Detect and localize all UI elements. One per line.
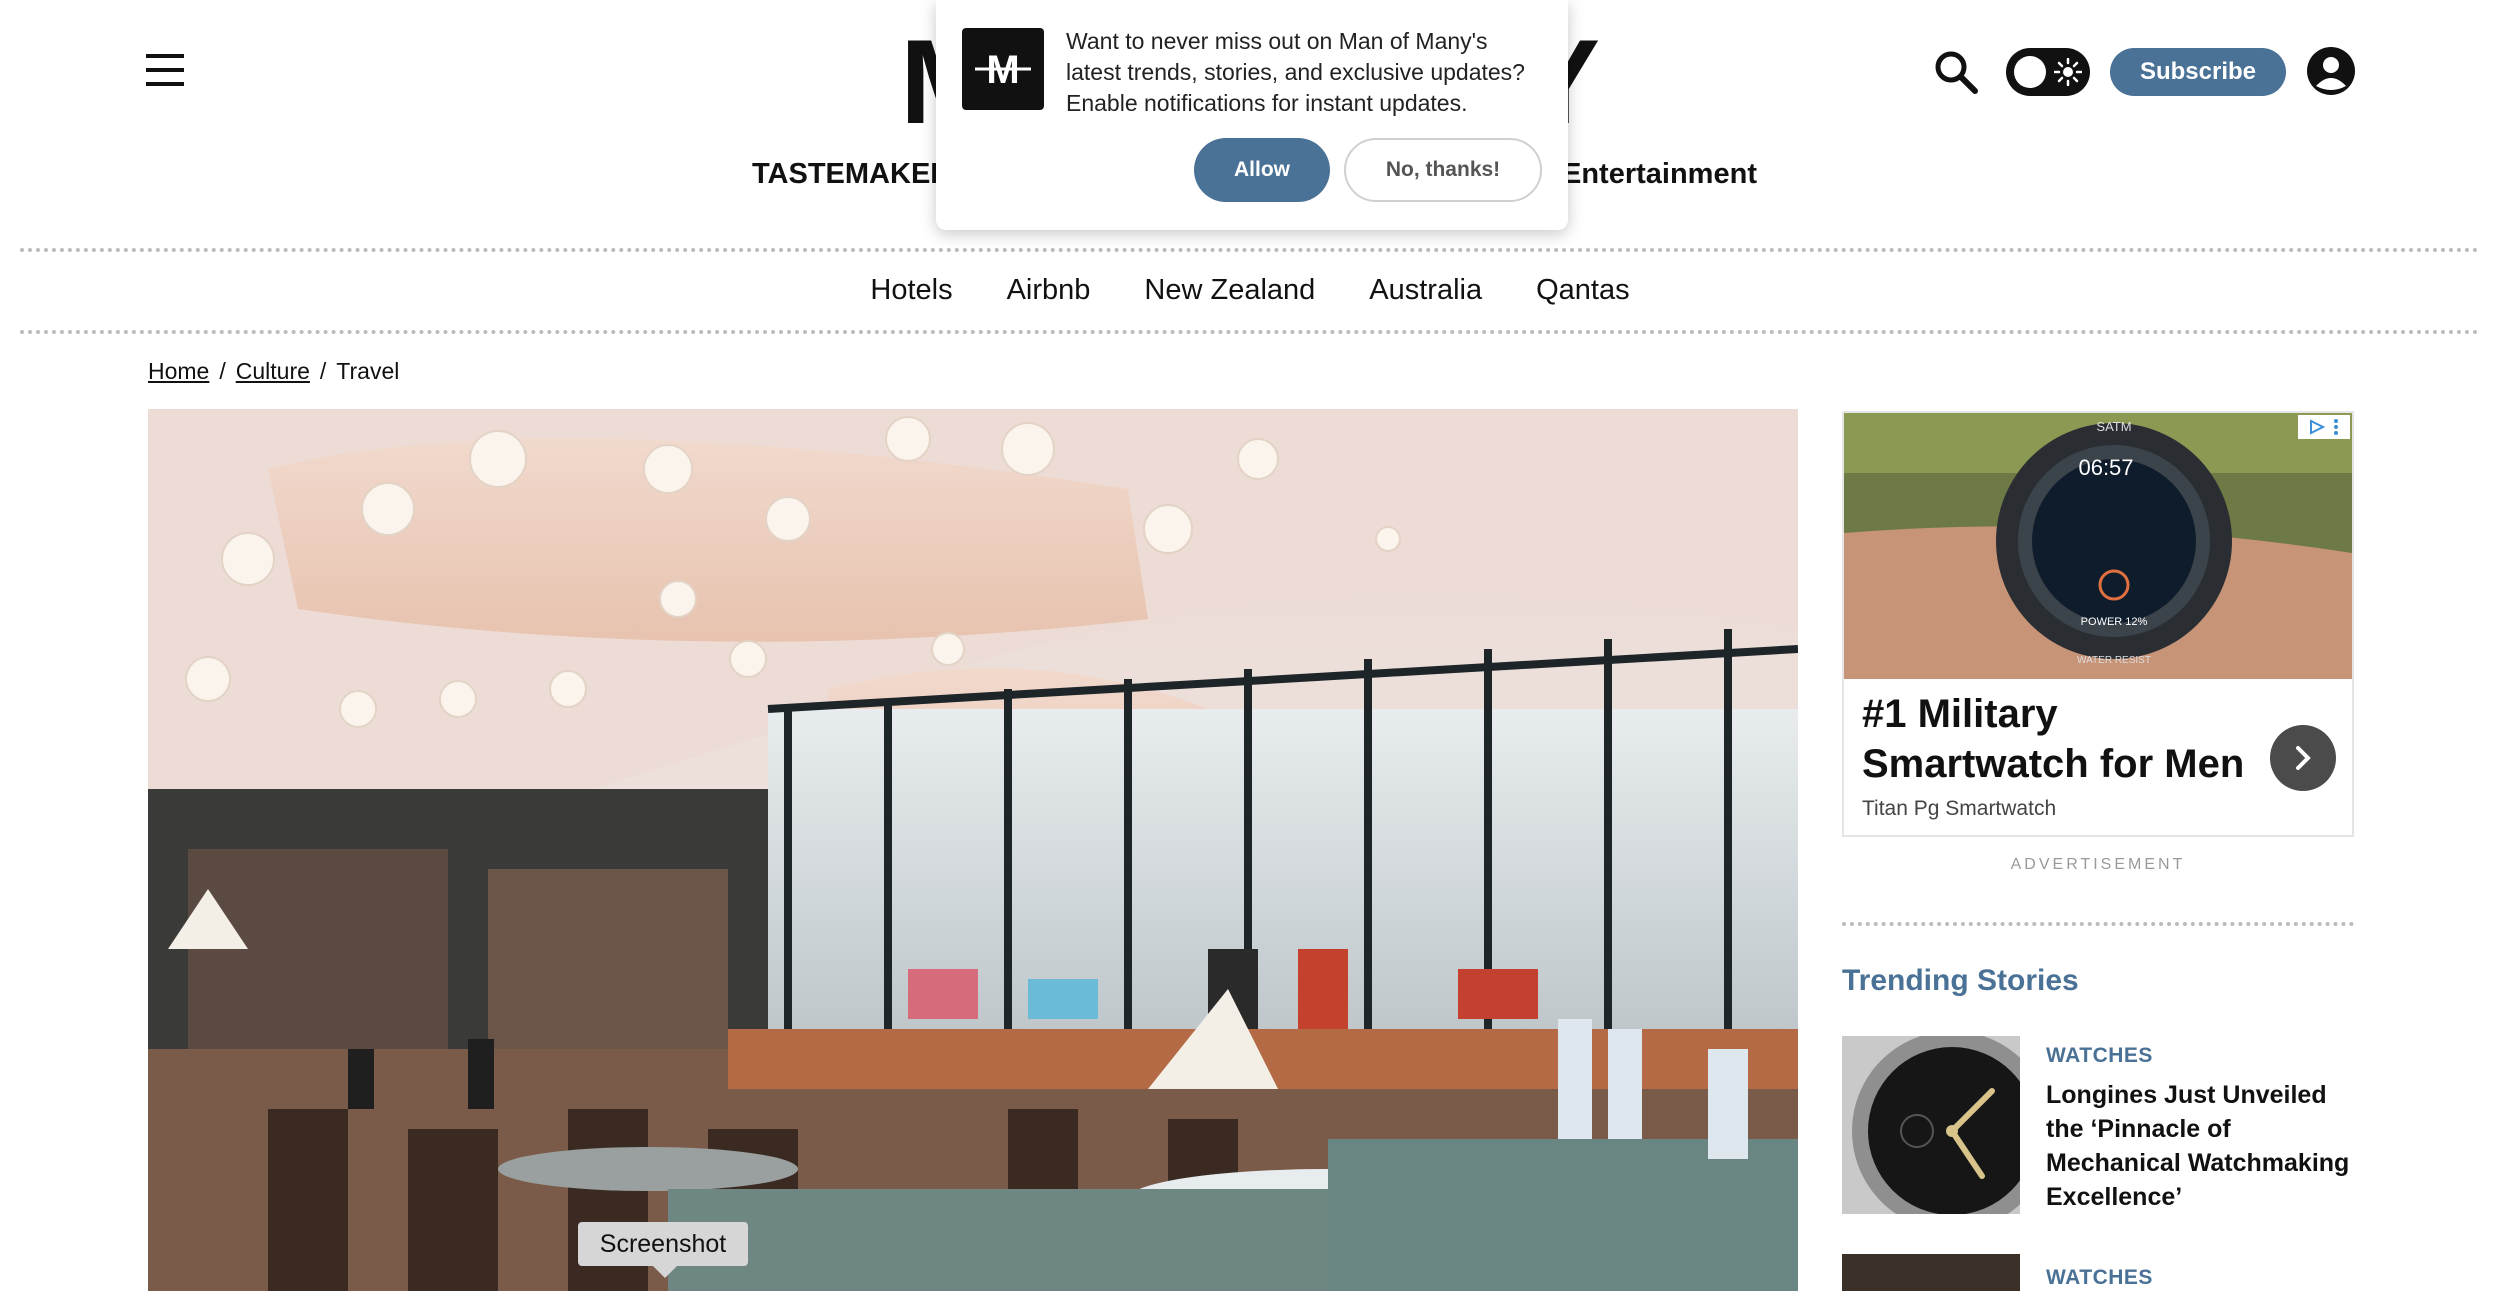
notification-message: Want to never miss out on Man of Many's … (1066, 28, 1525, 116)
divider (20, 330, 2480, 334)
notification-prompt: M Want to never miss out on Man of Many'… (936, 0, 1568, 230)
breadcrumb-separator: / (219, 358, 226, 384)
ad-watch-image: SATM 06:57 POWER 12% WATER RESIST (1844, 413, 2352, 679)
search-icon[interactable] (1934, 50, 1978, 94)
toggle-knob (2014, 56, 2046, 88)
advertisement-label: ADVERTISEMENT (2010, 856, 2186, 873)
trending-story[interactable]: WATCHES Longines Just Unveiled the ‘Pinn… (1842, 1036, 2362, 1216)
subscribe-button[interactable]: Subscribe (2110, 48, 2286, 96)
ad-headline[interactable]: #1 Military Smartwatch for Men (1862, 689, 2262, 789)
decline-button[interactable]: No, thanks! (1344, 138, 1542, 202)
chevron-right-icon (2296, 746, 2311, 770)
ad-watch-time: 06:57 (2078, 455, 2133, 480)
topic-hotels[interactable]: Hotels (870, 274, 952, 307)
ad-choices[interactable] (2298, 415, 2350, 439)
trending-story[interactable]: WATCHES (1842, 1254, 2362, 1291)
topic-qantas[interactable]: Qantas (1536, 274, 1630, 307)
site-logo-icon: M (962, 28, 1044, 110)
nav-item-entertainment[interactable]: Entertainment (1562, 158, 1757, 191)
story-category[interactable]: WATCHES (2046, 1044, 2153, 1068)
topic-airbnb[interactable]: Airbnb (1007, 274, 1091, 307)
screenshot-tooltip: Screenshot (578, 1222, 748, 1278)
ad-watch-bezel: WATER RESIST (2077, 655, 2151, 666)
story-thumbnail (1842, 1036, 2020, 1214)
ad-brand: Titan Pg Smartwatch (1862, 797, 2057, 820)
hero-image (148, 409, 1798, 1291)
sun-icon (2054, 58, 2082, 86)
breadcrumb: Home / Culture / Travel (148, 358, 399, 385)
nav-item-tastemaker[interactable]: TASTEMAKER (752, 158, 951, 191)
trending-title: Trending Stories (1842, 964, 2079, 997)
ad-watch-brand: SATM (2096, 419, 2131, 434)
ad-more-icon (2334, 419, 2338, 435)
story-title[interactable]: Longines Just Unveiled the ‘Pinnacle of … (2046, 1078, 2366, 1214)
ad-info-icon (2310, 419, 2325, 435)
advertisement[interactable]: SATM 06:57 POWER 12% WATER RESIST #1 Mil… (1842, 411, 2354, 837)
topic-australia[interactable]: Australia (1369, 274, 1482, 307)
story-category[interactable]: WATCHES (2046, 1266, 2153, 1290)
story-thumbnail (1842, 1254, 2020, 1291)
topic-nav: Hotels Airbnb New Zealand Australia Qant… (0, 250, 2500, 330)
account-icon[interactable] (2306, 46, 2356, 96)
theme-toggle[interactable] (2006, 48, 2090, 96)
breadcrumb-current: Travel (336, 358, 400, 384)
breadcrumb-home[interactable]: Home (148, 358, 209, 385)
allow-button[interactable]: Allow (1194, 138, 1330, 202)
ad-watch-power: POWER 12% (2081, 616, 2148, 628)
breadcrumb-culture[interactable]: Culture (236, 358, 310, 385)
menu-icon[interactable] (146, 50, 186, 90)
breadcrumb-separator: / (319, 358, 327, 384)
topic-new-zealand[interactable]: New Zealand (1144, 274, 1315, 307)
divider (1842, 922, 2354, 926)
ad-next-button[interactable] (2270, 725, 2336, 791)
